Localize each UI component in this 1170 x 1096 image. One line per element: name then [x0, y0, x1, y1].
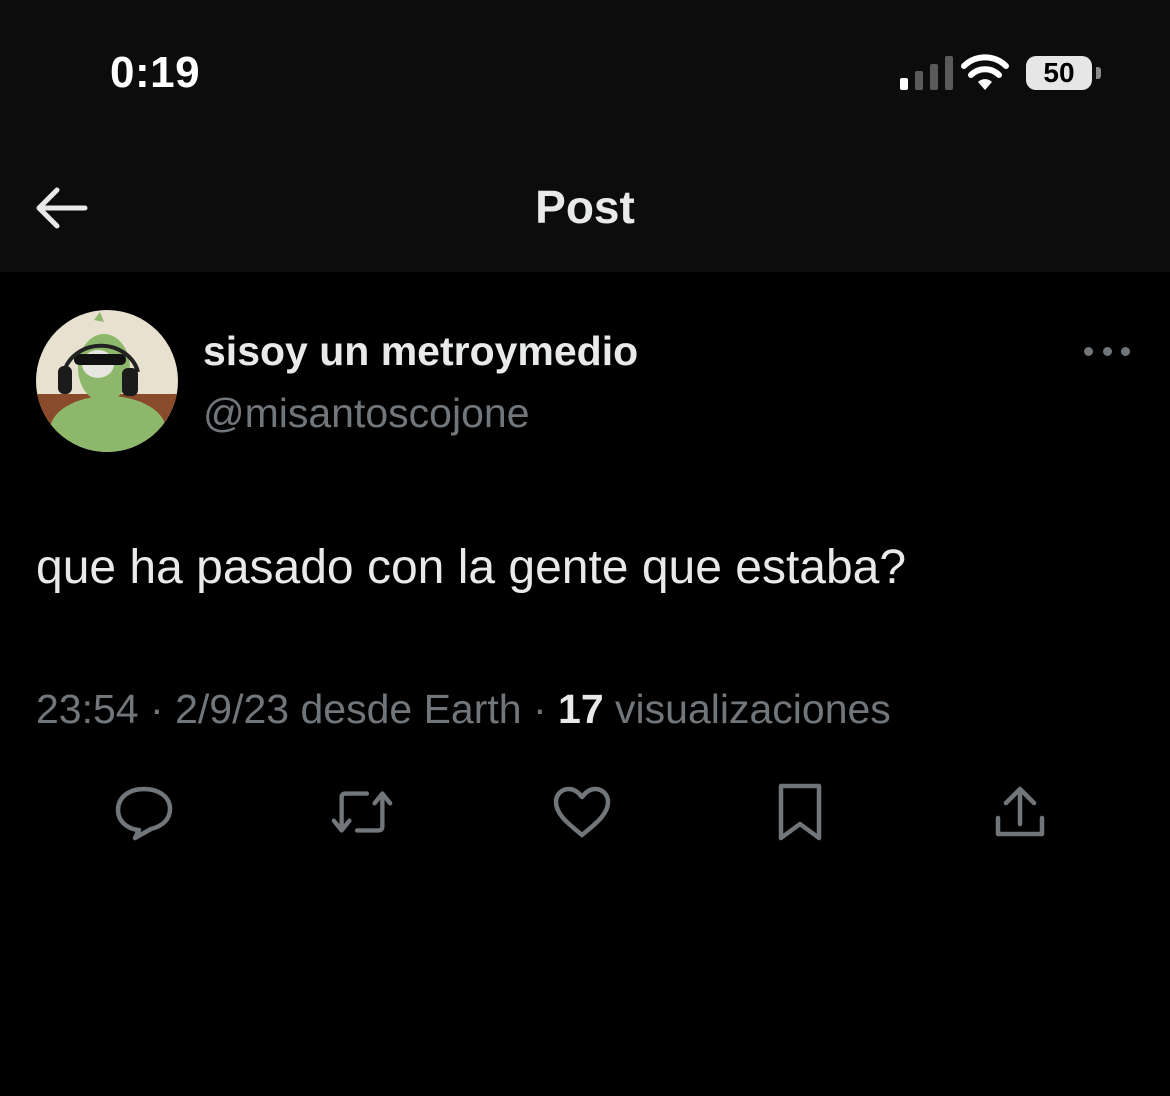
- meta-separator: ·: [150, 686, 164, 732]
- reply-button[interactable]: [112, 782, 176, 842]
- retweet-icon: [331, 791, 393, 833]
- tweet-time[interactable]: 23:54: [36, 686, 139, 732]
- top-bar: 0:19 50 Post: [0, 0, 1170, 272]
- more-dot-icon: [1084, 346, 1093, 356]
- more-dot-icon: [1121, 346, 1130, 356]
- retweet-button[interactable]: [330, 782, 394, 842]
- bookmark-button[interactable]: [768, 782, 832, 842]
- views-count[interactable]: 17: [558, 686, 604, 732]
- author-display-name[interactable]: sisoy un metroymedio: [203, 328, 638, 375]
- page-title: Post: [535, 181, 635, 233]
- battery-icon: 50: [1026, 56, 1092, 90]
- like-button[interactable]: [550, 782, 614, 842]
- share-button[interactable]: [988, 782, 1052, 842]
- tweet-source: desde Earth: [300, 686, 522, 732]
- reply-icon: [115, 786, 173, 841]
- cellular-signal-icon: [900, 56, 953, 90]
- more-dot-icon: [1102, 346, 1112, 356]
- bookmark-icon: [778, 783, 822, 841]
- wifi-icon: [961, 54, 1009, 90]
- views-label[interactable]: visualizaciones: [615, 686, 891, 732]
- tweet-meta: 23:54 · 2/9/23 desde Earth · 17 visualiz…: [36, 686, 891, 733]
- like-icon: [553, 786, 611, 838]
- tweet-date[interactable]: 2/9/23: [175, 686, 289, 732]
- status-time: 0:19: [110, 48, 201, 97]
- meta-separator: ·: [521, 686, 559, 732]
- avatar-image: [36, 310, 178, 452]
- author-handle[interactable]: @misantoscojone: [203, 390, 530, 437]
- more-options-button[interactable]: [1084, 342, 1130, 360]
- avatar[interactable]: [36, 310, 178, 452]
- battery-tip: [1096, 67, 1101, 79]
- share-icon: [995, 786, 1045, 837]
- tweet-text: que ha pasado con la gente que estaba?: [36, 541, 907, 594]
